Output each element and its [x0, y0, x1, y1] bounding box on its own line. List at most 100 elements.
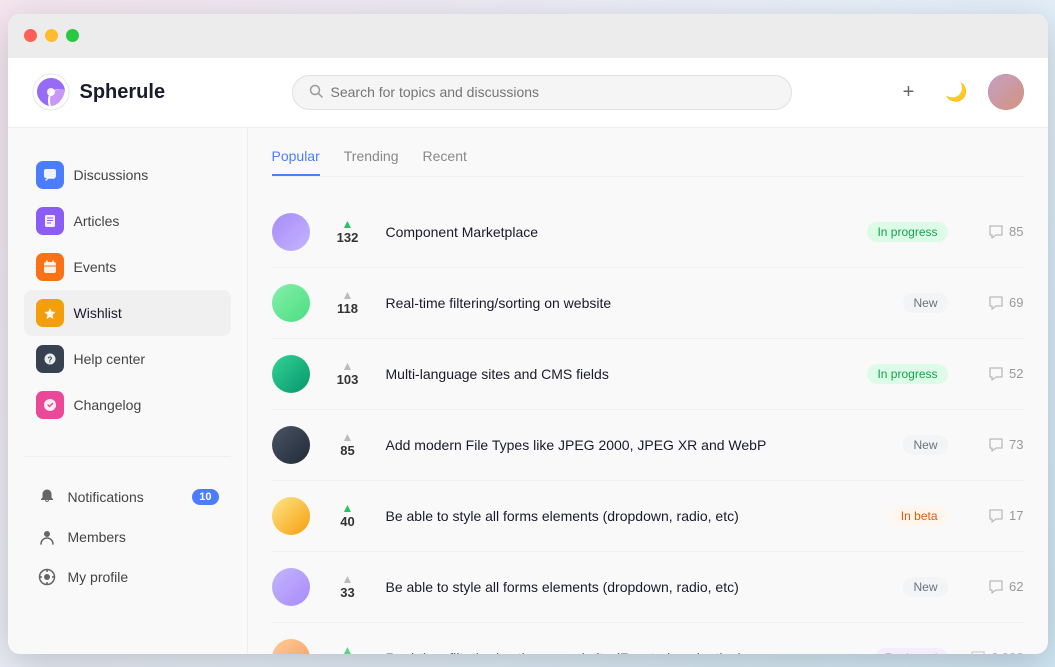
comment-count: 17	[1009, 508, 1023, 523]
comment-count: 85	[1009, 224, 1023, 239]
logo-area: Spherule	[32, 73, 272, 111]
help-center-label: Help center	[74, 351, 146, 367]
tab-popular[interactable]: Popular	[272, 148, 320, 176]
comment-count: 6,902	[991, 650, 1024, 654]
status-badge: New	[903, 293, 947, 313]
titlebar	[8, 14, 1048, 58]
comment-area: 73	[964, 437, 1024, 453]
comment-icon	[970, 650, 986, 654]
changelog-icon	[36, 391, 64, 419]
post-avatar	[272, 355, 310, 393]
comment-area: 6,902	[964, 650, 1024, 654]
main-layout: Discussions Articles	[8, 128, 1048, 654]
comment-count: 69	[1009, 295, 1023, 310]
traffic-lights	[24, 29, 79, 42]
minimize-button[interactable]	[45, 29, 58, 42]
sidebar-item-notifications[interactable]: Notifications 10	[24, 477, 231, 517]
sidebar-item-help-center[interactable]: ? Help center	[24, 336, 231, 382]
comment-count: 52	[1009, 366, 1023, 381]
post-item[interactable]: ▲ 33 Be able to style all forms elements…	[272, 552, 1024, 623]
status-badge: In beta	[891, 506, 948, 526]
post-title: Multi-language sites and CMS fields	[386, 366, 852, 382]
vote-arrow-up: ▲	[342, 502, 354, 514]
tab-trending[interactable]: Trending	[344, 148, 399, 176]
dark-mode-button[interactable]: 🌙	[940, 75, 974, 109]
events-label: Events	[74, 259, 117, 275]
post-item[interactable]: ▲ 103 Multi-language sites and CMS field…	[272, 339, 1024, 410]
vote-area: ▲ 103	[326, 360, 370, 387]
comment-area: 17	[964, 508, 1024, 524]
sidebar-item-members[interactable]: Members	[24, 517, 231, 557]
post-avatar	[272, 568, 310, 606]
status-badge: In progress	[867, 222, 947, 242]
moon-icon: 🌙	[945, 82, 967, 103]
vote-area: ▲ 132	[326, 218, 370, 245]
post-item[interactable]: ▲ 40 Be able to style all forms elements…	[272, 481, 1024, 552]
sidebar-item-my-profile[interactable]: My profile	[24, 557, 231, 597]
comment-icon	[988, 366, 1004, 382]
notifications-label: Notifications	[68, 489, 144, 505]
post-list: ▲ 132 Component Marketplace In progress …	[272, 197, 1024, 654]
sidebar-item-events[interactable]: Events	[24, 244, 231, 290]
sidebar-item-articles[interactable]: Articles	[24, 198, 231, 244]
post-title: Real-time filtering/sorting on website (…	[386, 650, 859, 654]
header-actions: + 🌙	[892, 74, 1024, 110]
sidebar-item-wishlist[interactable]: Wishlist	[24, 290, 231, 336]
articles-label: Articles	[74, 213, 120, 229]
app-window: Spherule + 🌙	[8, 14, 1048, 654]
changelog-label: Changelog	[74, 397, 142, 413]
post-avatar	[272, 284, 310, 322]
discussions-label: Discussions	[74, 167, 149, 183]
vote-area: ▲ 118	[326, 289, 370, 316]
sidebar-utility-section: Notifications 10 Members	[24, 477, 231, 597]
comment-icon	[988, 508, 1004, 524]
comment-icon	[988, 437, 1004, 453]
help-center-icon: ?	[36, 345, 64, 373]
vote-count: 132	[337, 230, 359, 245]
comment-area: 62	[964, 579, 1024, 595]
post-title: Be able to style all forms elements (dro…	[386, 508, 875, 524]
close-button[interactable]	[24, 29, 37, 42]
content-area: Popular Trending Recent ▲ 132 Component …	[248, 128, 1048, 654]
tab-recent[interactable]: Recent	[423, 148, 467, 176]
comment-count: 62	[1009, 579, 1023, 594]
post-item[interactable]: ▲ 132 Component Marketplace In progress …	[272, 197, 1024, 268]
sidebar-item-changelog[interactable]: Changelog	[24, 382, 231, 428]
sidebar: Discussions Articles	[8, 128, 248, 654]
comment-area: 69	[964, 295, 1024, 311]
members-icon	[36, 526, 58, 548]
search-bar[interactable]	[292, 75, 792, 110]
post-item[interactable]: ▲ 85 Add modern File Types like JPEG 200…	[272, 410, 1024, 481]
vote-count: 103	[337, 372, 359, 387]
user-avatar-button[interactable]	[988, 74, 1024, 110]
wishlist-label: Wishlist	[74, 305, 122, 321]
maximize-button[interactable]	[66, 29, 79, 42]
vote-arrow: ▲	[342, 360, 354, 372]
discussions-icon	[36, 161, 64, 189]
user-avatar	[988, 74, 1024, 110]
vote-area: ▲ 33	[326, 573, 370, 600]
vote-count: 33	[340, 585, 354, 600]
post-avatar	[272, 213, 310, 251]
post-item[interactable]: ▲ 118 Real-time filtering/sorting on web…	[272, 268, 1024, 339]
sidebar-item-discussions[interactable]: Discussions	[24, 152, 231, 198]
post-title: Real-time filtering/sorting on website	[386, 295, 888, 311]
plus-icon: +	[903, 81, 915, 104]
status-badge: New	[903, 435, 947, 455]
add-button[interactable]: +	[892, 75, 926, 109]
vote-area: ▲ 29	[326, 644, 370, 654]
svg-text:?: ?	[47, 355, 52, 364]
search-input[interactable]	[331, 84, 775, 100]
sidebar-nav-section: Discussions Articles	[24, 152, 231, 428]
sidebar-divider	[24, 456, 231, 457]
vote-arrow: ▲	[342, 431, 354, 443]
articles-icon	[36, 207, 64, 235]
vote-arrow: ▲	[342, 573, 354, 585]
search-icon	[309, 84, 323, 101]
comment-count: 73	[1009, 437, 1023, 452]
content-tabs: Popular Trending Recent	[272, 148, 1024, 177]
post-item[interactable]: ▲ 29 Real-time filtering/sorting on webs…	[272, 623, 1024, 654]
window-inner: Spherule + 🌙	[8, 58, 1048, 654]
vote-count: 118	[337, 301, 358, 316]
comment-icon	[988, 579, 1004, 595]
